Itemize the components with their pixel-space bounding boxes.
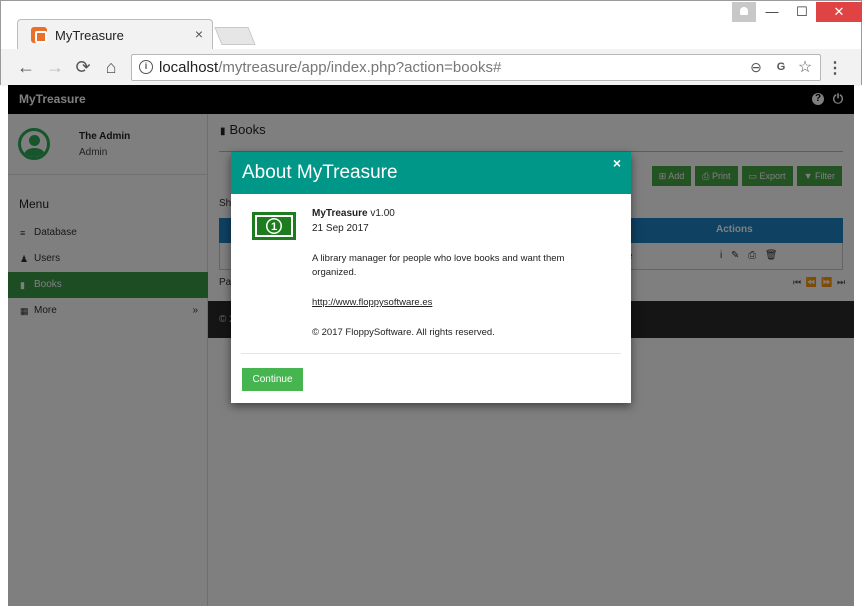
profile-icon[interactable] bbox=[732, 2, 756, 22]
modal-divider bbox=[241, 353, 621, 354]
about-modal: About MyTreasure × 1 MyTreasure v1.00 21… bbox=[231, 152, 631, 403]
modal-title: About MyTreasure bbox=[242, 162, 398, 183]
browser-titlebar: MyTreasure × — ☐ ✕ bbox=[1, 1, 862, 50]
app-date: 21 Sep 2017 bbox=[312, 223, 369, 234]
maximize-button[interactable]: ☐ bbox=[787, 2, 817, 22]
close-window-button[interactable]: ✕ bbox=[816, 2, 862, 22]
browser-tab[interactable]: MyTreasure × bbox=[17, 19, 213, 50]
app-viewport: MyTreasure ? ⏻ The Admin Admin Menu ≡ Da… bbox=[8, 85, 854, 606]
site-info-icon[interactable]: i bbox=[139, 60, 153, 74]
website-link[interactable]: http://www.floppysoftware.es bbox=[312, 297, 432, 308]
continue-button[interactable]: Continue bbox=[242, 368, 303, 391]
url-host: localhost bbox=[159, 59, 219, 76]
app-name: MyTreasure bbox=[312, 208, 368, 219]
translate-icon[interactable]: G bbox=[772, 61, 790, 73]
browser-toolbar: ← → ⟳ ⌂ i localhost/mytreasure/app/index… bbox=[1, 49, 861, 86]
forward-icon[interactable]: → bbox=[44, 56, 66, 78]
bookmark-star-icon[interactable]: ☆ bbox=[796, 57, 814, 77]
app-version: v1.00 bbox=[367, 208, 395, 219]
xampp-favicon-icon bbox=[31, 27, 47, 43]
modal-header: About MyTreasure × bbox=[231, 152, 631, 194]
minimize-button[interactable]: — bbox=[757, 2, 787, 22]
zoom-icon[interactable]: ⊖ bbox=[747, 59, 765, 76]
close-icon[interactable]: × bbox=[613, 155, 621, 171]
app-name-line: MyTreasure v1.00 bbox=[312, 208, 395, 219]
browser-chrome: MyTreasure × — ☐ ✕ ← → ⟳ ⌂ i localhost/m… bbox=[0, 0, 862, 86]
url-path: /mytreasure/app/index.php?action=books# bbox=[218, 59, 502, 76]
back-icon[interactable]: ← bbox=[15, 56, 37, 78]
money-digit: 1 bbox=[271, 221, 277, 233]
tab-title: MyTreasure bbox=[55, 28, 124, 43]
reload-icon[interactable]: ⟳ bbox=[72, 56, 94, 78]
money-icon: 1 bbox=[252, 212, 296, 240]
app-description: A library manager for people who love bo… bbox=[312, 253, 565, 278]
url-text[interactable]: localhost/mytreasure/app/index.php?actio… bbox=[159, 59, 501, 76]
browser-menu-icon[interactable]: ⋮ bbox=[827, 58, 843, 78]
home-icon[interactable]: ⌂ bbox=[100, 56, 122, 78]
tab-close-icon[interactable]: × bbox=[195, 26, 203, 42]
copyright-text: © 2017 FloppySoftware. All rights reserv… bbox=[312, 327, 495, 338]
address-bar[interactable]: i localhost/mytreasure/app/index.php?act… bbox=[131, 54, 821, 81]
new-tab-button[interactable] bbox=[214, 27, 256, 45]
